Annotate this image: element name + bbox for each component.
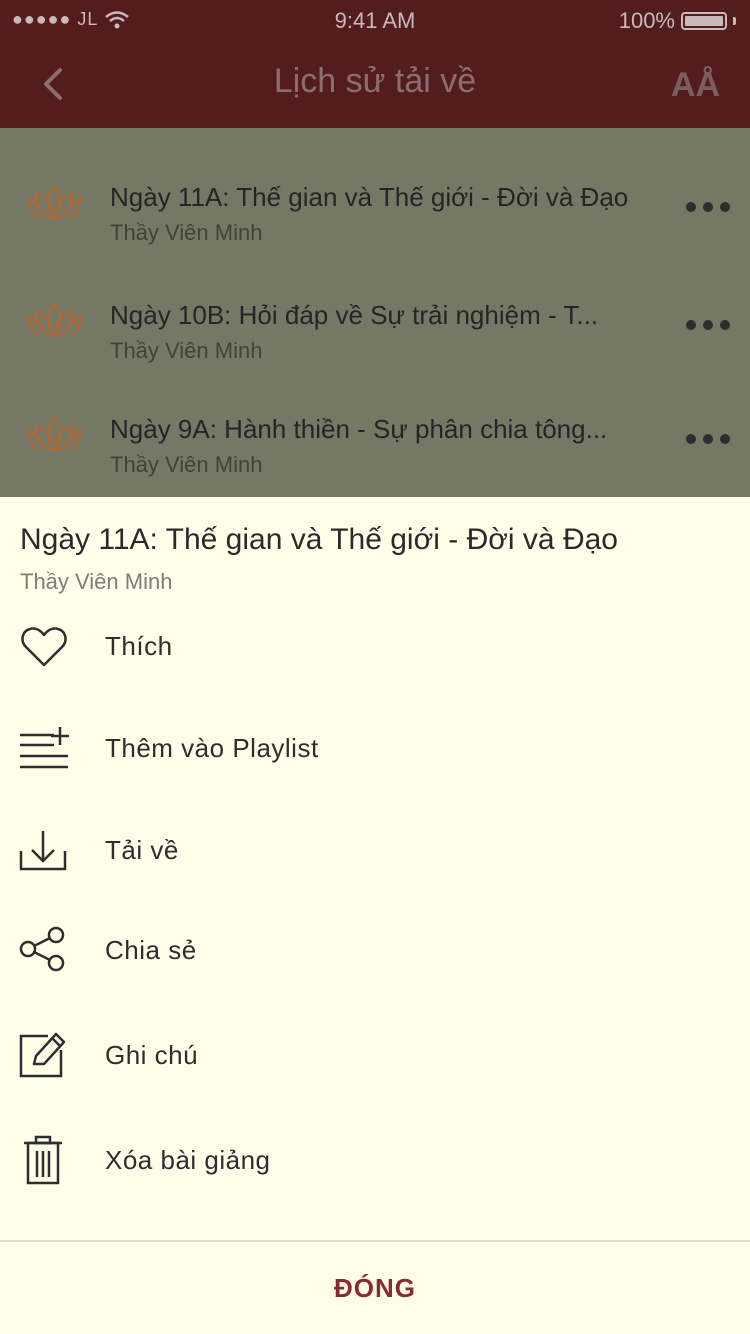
list-item-author: Thầy Viên Minh bbox=[110, 338, 263, 363]
font-size-button[interactable]: AÅ bbox=[671, 66, 720, 105]
playlist-add-icon bbox=[20, 727, 69, 769]
trash-icon bbox=[24, 1135, 62, 1185]
note-action[interactable]: Ghi chú bbox=[0, 1030, 750, 1110]
more-options-icon[interactable] bbox=[686, 320, 730, 330]
lotus-icon bbox=[26, 184, 82, 221]
add-to-playlist-action[interactable]: Thêm vào Playlist bbox=[0, 723, 750, 803]
close-button[interactable]: ĐÓNG bbox=[0, 1242, 750, 1334]
battery-tip bbox=[733, 17, 736, 25]
download-action[interactable]: Tải về bbox=[0, 825, 750, 905]
list-item-title: Ngày 10B: Hỏi đáp về Sự trải nghiệm - T.… bbox=[110, 300, 599, 330]
note-edit-icon bbox=[19, 1032, 66, 1078]
list-item-title: Ngày 9A: Hành thiền - Sự phân chia tông.… bbox=[110, 414, 608, 444]
share-action[interactable]: Chia sẻ bbox=[0, 925, 750, 1005]
sheet-title: Ngày 11A: Thế gian và Thế giới - Đời và … bbox=[20, 523, 618, 556]
status-right: 100% bbox=[619, 8, 736, 34]
like-action[interactable]: Thích bbox=[0, 621, 750, 701]
battery-percent: 100% bbox=[618, 8, 675, 33]
delete-action[interactable]: Xóa bài giảng bbox=[0, 1135, 750, 1215]
lotus-icon bbox=[26, 302, 82, 339]
more-options-icon[interactable] bbox=[686, 202, 730, 212]
action-label: Thích bbox=[105, 631, 173, 661]
action-label: Tải về bbox=[105, 835, 179, 865]
sheet-author: Thầy Viên Minh bbox=[20, 569, 173, 594]
lotus-icon bbox=[26, 416, 82, 453]
action-label: Xóa bài giảng bbox=[105, 1145, 271, 1175]
list-item-author: Thầy Viên Minh bbox=[110, 220, 263, 245]
battery-icon bbox=[681, 12, 727, 30]
status-bar: ●●●●● JL 9:41 AM 100% bbox=[0, 0, 750, 40]
page-title: Lịch sử tải về bbox=[273, 62, 477, 100]
action-label: Ghi chú bbox=[105, 1040, 199, 1070]
download-icon bbox=[19, 831, 67, 871]
action-sheet: Ngày 11A: Thế gian và Thế giới - Đời và … bbox=[0, 497, 750, 1334]
navigation-bar: Lịch sử tải về AÅ bbox=[0, 40, 750, 128]
list-item[interactable]: Ngày 10B: Hỏi đáp về Sự trải nghiệm - T.… bbox=[0, 300, 750, 414]
list-item[interactable]: Ngày 11A: Thế gian và Thế giới - Đời và … bbox=[0, 182, 750, 296]
list-item-title: Ngày 11A: Thế gian và Thế giới - Đời và … bbox=[110, 182, 629, 212]
list-item-author: Thầy Viên Minh bbox=[110, 452, 263, 477]
heart-icon bbox=[21, 627, 67, 667]
download-history-list: Ngày 11A: Thế gian và Thế giới - Đời và … bbox=[0, 128, 750, 497]
action-label: Chia sẻ bbox=[105, 935, 197, 965]
share-icon bbox=[19, 926, 65, 972]
more-options-icon[interactable] bbox=[686, 434, 730, 444]
action-label: Thêm vào Playlist bbox=[105, 733, 319, 763]
